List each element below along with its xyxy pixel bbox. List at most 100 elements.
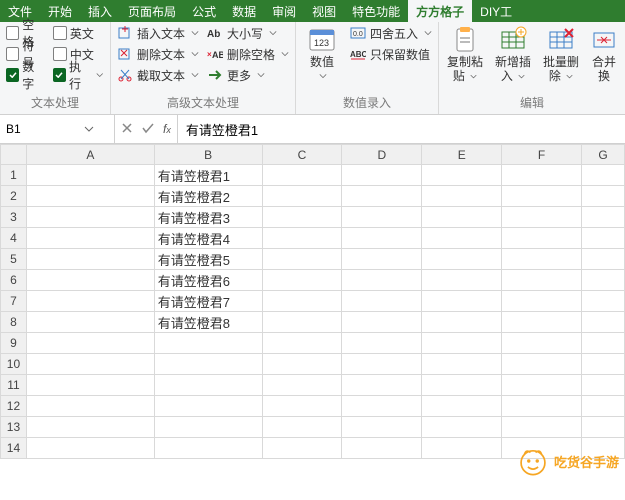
- cell[interactable]: [422, 270, 502, 291]
- tab-view[interactable]: 视图: [304, 0, 344, 22]
- cell[interactable]: [262, 270, 342, 291]
- cell[interactable]: [342, 165, 422, 186]
- cell[interactable]: [582, 333, 625, 354]
- cell[interactable]: [502, 417, 582, 438]
- cell[interactable]: [262, 291, 342, 312]
- cell[interactable]: 有请笠橙君1: [154, 165, 262, 186]
- btn-delete-text[interactable]: 删除文本: [117, 45, 199, 63]
- cell[interactable]: [262, 333, 342, 354]
- cell[interactable]: [262, 165, 342, 186]
- cell[interactable]: 有请笠橙君6: [154, 270, 262, 291]
- cell[interactable]: [422, 396, 502, 417]
- tab-home[interactable]: 开始: [40, 0, 80, 22]
- fx-icon[interactable]: fx: [163, 122, 171, 136]
- cell[interactable]: [342, 417, 422, 438]
- cell[interactable]: [582, 249, 625, 270]
- cell[interactable]: [422, 438, 502, 459]
- cell[interactable]: [582, 354, 625, 375]
- cell[interactable]: [502, 396, 582, 417]
- formula-input[interactable]: [184, 121, 619, 138]
- cell[interactable]: [502, 312, 582, 333]
- cell[interactable]: [342, 228, 422, 249]
- cell[interactable]: [502, 375, 582, 396]
- btn-more[interactable]: 更多: [207, 66, 289, 84]
- cell[interactable]: [502, 270, 582, 291]
- cell[interactable]: [154, 375, 262, 396]
- cell[interactable]: [26, 291, 154, 312]
- cell[interactable]: [262, 228, 342, 249]
- chevron-down-icon[interactable]: [84, 126, 94, 132]
- row-header[interactable]: 4: [1, 228, 27, 249]
- cell[interactable]: [422, 354, 502, 375]
- cell[interactable]: [154, 396, 262, 417]
- select-all-corner[interactable]: [1, 145, 27, 165]
- cell[interactable]: [154, 438, 262, 459]
- cell[interactable]: [26, 333, 154, 354]
- btn-batch-delete[interactable]: 批量删除: [541, 24, 581, 92]
- row-header[interactable]: 1: [1, 165, 27, 186]
- cell[interactable]: [342, 207, 422, 228]
- cell[interactable]: [422, 207, 502, 228]
- col-header[interactable]: G: [582, 145, 625, 165]
- col-header[interactable]: A: [26, 145, 154, 165]
- cell[interactable]: [342, 333, 422, 354]
- btn-keepnum[interactable]: ABC只保留数值: [350, 45, 432, 63]
- cell[interactable]: [342, 270, 422, 291]
- name-box[interactable]: [0, 115, 115, 143]
- row-header[interactable]: 2: [1, 186, 27, 207]
- cell[interactable]: [262, 186, 342, 207]
- cell[interactable]: [422, 165, 502, 186]
- cell[interactable]: [26, 375, 154, 396]
- cell[interactable]: [26, 228, 154, 249]
- cell[interactable]: [502, 207, 582, 228]
- check-number[interactable]: 数字: [6, 66, 45, 84]
- btn-cut-text[interactable]: 截取文本: [117, 66, 199, 84]
- name-box-input[interactable]: [4, 121, 78, 137]
- btn-delete-space[interactable]: ×AB删除空格: [207, 45, 289, 63]
- row-header[interactable]: 10: [1, 354, 27, 375]
- btn-add-insert[interactable]: 新增插入: [493, 24, 533, 92]
- cell[interactable]: [262, 396, 342, 417]
- cell[interactable]: [26, 165, 154, 186]
- cell[interactable]: [26, 312, 154, 333]
- tab-review[interactable]: 审阅: [264, 0, 304, 22]
- cell[interactable]: [582, 165, 625, 186]
- cell[interactable]: [26, 186, 154, 207]
- cell[interactable]: [582, 417, 625, 438]
- accept-icon[interactable]: [141, 122, 155, 137]
- cell[interactable]: [262, 354, 342, 375]
- tab-diy[interactable]: DIY工: [472, 0, 520, 22]
- cell[interactable]: [262, 207, 342, 228]
- cell[interactable]: [154, 354, 262, 375]
- row-header[interactable]: 3: [1, 207, 27, 228]
- row-header[interactable]: 8: [1, 312, 27, 333]
- row-header[interactable]: 6: [1, 270, 27, 291]
- row-header[interactable]: 11: [1, 375, 27, 396]
- col-header[interactable]: F: [502, 145, 582, 165]
- tab-layout[interactable]: 页面布局: [120, 0, 184, 22]
- row-header[interactable]: 14: [1, 438, 27, 459]
- cell[interactable]: [342, 375, 422, 396]
- cell[interactable]: [262, 375, 342, 396]
- col-header[interactable]: B: [154, 145, 262, 165]
- row-header[interactable]: 9: [1, 333, 27, 354]
- cell[interactable]: [342, 249, 422, 270]
- cell[interactable]: 有请笠橙君2: [154, 186, 262, 207]
- check-english[interactable]: 英文: [53, 24, 104, 42]
- cell[interactable]: [262, 249, 342, 270]
- cell[interactable]: 有请笠橙君8: [154, 312, 262, 333]
- cell[interactable]: [582, 228, 625, 249]
- col-header[interactable]: C: [262, 145, 342, 165]
- cell[interactable]: [582, 396, 625, 417]
- cell[interactable]: [582, 207, 625, 228]
- cell[interactable]: [262, 438, 342, 459]
- cell[interactable]: [502, 165, 582, 186]
- cell[interactable]: 有请笠橙君5: [154, 249, 262, 270]
- cell[interactable]: [502, 249, 582, 270]
- tab-ffgz[interactable]: 方方格子: [408, 0, 472, 22]
- btn-merge[interactable]: 合并换: [589, 24, 619, 92]
- cell[interactable]: [422, 249, 502, 270]
- cell[interactable]: [502, 354, 582, 375]
- cell[interactable]: [154, 333, 262, 354]
- tab-special[interactable]: 特色功能: [344, 0, 408, 22]
